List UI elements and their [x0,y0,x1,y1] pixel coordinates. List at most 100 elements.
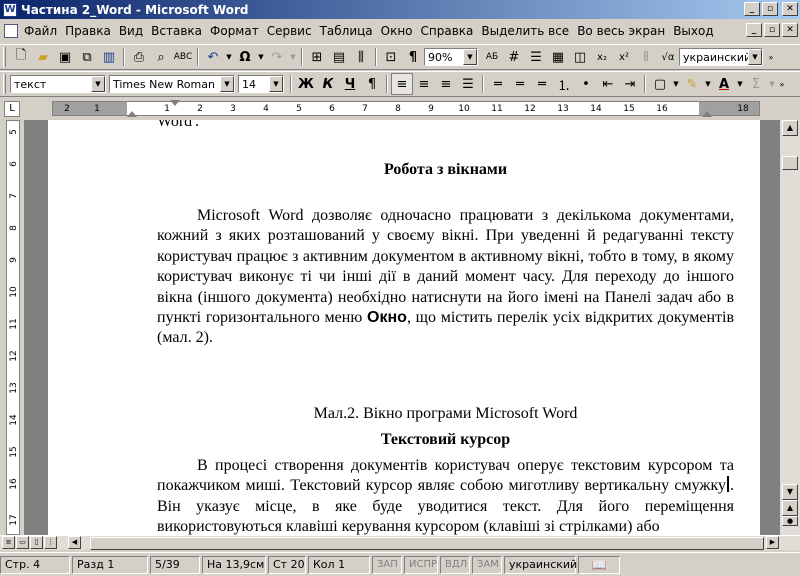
tables-borders-icon[interactable]: ▤ [328,46,350,68]
menu-file[interactable]: Файл [20,24,61,38]
scroll-left-icon[interactable]: ◀ [68,536,81,549]
scroll-down-icon[interactable]: ▼ [782,484,798,500]
menu-insert[interactable]: Вставка [147,24,206,38]
document-page[interactable]: Word'. Робота з вікнами Microsoft Word д… [48,120,760,535]
paragraph-windows[interactable]: Microsoft Word дозволяє одночасно працюв… [157,206,734,349]
chevron-down-icon[interactable]: ▼ [91,76,105,92]
document-menu-icon[interactable] [4,24,18,38]
print-icon[interactable]: ⎙ [128,46,150,68]
new-document-icon[interactable]: 🗋 [10,46,32,68]
toolbar-grip[interactable] [3,74,6,94]
columns-icon[interactable]: ⫼ [350,46,372,68]
symbol-dropdown-icon[interactable]: ▼ [256,46,266,68]
horizontal-scrollbar[interactable]: ≡ ▭ ▯ ⋮ ◀ ▶ [0,535,800,550]
menu-edit[interactable]: Правка [61,24,115,38]
line-spacing-1-icon[interactable]: ═ [487,73,509,95]
minimize-button[interactable]: _ [744,2,760,16]
normal-view-icon[interactable]: ≡ [2,536,15,549]
print-preview-icon[interactable]: ⌕ [150,46,172,68]
form-icon[interactable]: ▦ [547,46,569,68]
menu-full-screen[interactable]: Во весь экран [573,24,669,38]
toolbar-options-icon[interactable]: » [766,46,776,68]
insert-hyperlink-icon[interactable]: ⊞ [306,46,328,68]
vertical-ruler-scale[interactable]: 5 6 7 8 9 10 11 12 13 14 15 16 17 [6,120,20,535]
paragraph-text-cursor[interactable]: В процесі створення документів користува… [157,456,734,535]
box-icon[interactable]: ◫ [569,46,591,68]
status-extend[interactable]: ВДЛ [440,555,470,574]
status-track-changes[interactable]: ИСПР [404,555,438,574]
chevron-down-icon[interactable]: ▼ [220,76,234,92]
justify-icon[interactable]: ☰ [457,73,479,95]
horizontal-ruler[interactable]: L 2 1 1 2 3 4 5 6 7 8 9 10 11 12 13 14 1… [0,99,800,119]
list-icon[interactable]: ☰ [525,46,547,68]
highlight-dropdown-icon[interactable]: ▼ [703,73,713,95]
distribute-icon[interactable]: ⫴ [635,46,657,68]
font-size-increase-icon[interactable]: AБ [481,46,503,68]
ruler-scale[interactable]: 2 1 1 2 3 4 5 6 7 8 9 10 11 12 13 14 15 … [52,101,760,116]
toolbar-options-icon[interactable]: » [777,73,787,95]
vertical-ruler[interactable]: 5 6 7 8 9 10 11 12 13 14 15 16 17 [0,120,24,535]
font-color-dropdown-icon[interactable]: ▼ [735,73,745,95]
language-select[interactable]: украинский ▼ [679,48,763,66]
save-all-icon[interactable]: ⧉ [76,46,98,68]
horizontal-scroll-thumb[interactable] [90,537,764,550]
undo-icon[interactable]: ↶ [202,46,224,68]
book-icon[interactable]: ▥ [98,46,120,68]
show-hide-icon[interactable]: ¶ [402,46,424,68]
italic-button[interactable]: К [317,73,339,95]
vertical-scrollbar[interactable]: ▲ ▼ ▲ ● [780,120,800,535]
line-spacing-2-icon[interactable]: ═ [531,73,553,95]
redo-dropdown-icon[interactable]: ▼ [288,46,298,68]
chevron-down-icon[interactable]: ▼ [269,76,283,92]
web-layout-icon[interactable]: ▭ [16,536,29,549]
increase-indent-icon[interactable]: ⇥ [619,73,641,95]
scroll-thumb[interactable] [782,156,798,170]
paragraph-icon[interactable]: ¶ [361,73,383,95]
print-layout-icon[interactable]: ▯ [30,536,43,549]
underline-button[interactable]: Ч [339,73,361,95]
bold-button[interactable]: Ж [295,73,317,95]
symbol-omega-icon[interactable]: Ω [234,46,256,68]
doc-close-button[interactable]: ✕ [782,23,798,37]
style-select[interactable]: текст ▼ [10,75,106,93]
menu-table[interactable]: Таблица [316,24,377,38]
spelling-icon[interactable]: ABC [172,46,194,68]
equation-icon[interactable]: √α [657,46,679,68]
spelling-status-icon[interactable]: 📖 [578,555,620,574]
document-area[interactable]: Word'. Робота з вікнами Microsoft Word д… [24,120,780,535]
highlight-icon[interactable]: ✎ [681,73,703,95]
save-icon[interactable]: ▣ [54,46,76,68]
menu-view[interactable]: Вид [115,24,147,38]
menu-help[interactable]: Справка [417,24,478,38]
superscript-icon[interactable]: x² [613,46,635,68]
doc-restore-button[interactable]: ▫ [764,23,780,37]
font-color-icon[interactable]: A [713,73,735,95]
borders-icon[interactable]: ▢ [649,73,671,95]
redo-icon[interactable]: ↷ [266,46,288,68]
word-app-icon[interactable]: W [3,2,17,17]
menu-tools[interactable]: Сервис [263,24,316,38]
menu-exit[interactable]: Выход [669,24,717,38]
menu-window[interactable]: Окно [377,24,417,38]
zoom-select[interactable]: 90% ▼ [424,48,478,66]
menu-select-all[interactable]: Выделить все [477,24,573,38]
autosum-icon[interactable]: Σ [745,73,767,95]
numbering-icon[interactable]: ⒈ [553,73,575,95]
undo-dropdown-icon[interactable]: ▼ [224,46,234,68]
chevron-down-icon[interactable]: ▼ [748,49,762,65]
borders-dropdown-icon[interactable]: ▼ [671,73,681,95]
restore-button[interactable]: ▫ [762,2,778,16]
decrease-indent-icon[interactable]: ⇤ [597,73,619,95]
align-center-icon[interactable]: ≡ [413,73,435,95]
hash-icon[interactable]: # [503,46,525,68]
subscript-icon[interactable]: x₂ [591,46,613,68]
document-map-icon[interactable]: ⊡ [380,46,402,68]
autosum-dropdown-icon[interactable]: ▼ [767,73,777,95]
status-record[interactable]: ЗАП [372,555,402,574]
previous-page-icon[interactable]: ▲ [782,500,798,516]
chevron-down-icon[interactable]: ▼ [463,49,477,65]
status-overtype[interactable]: ЗАМ [472,555,502,574]
doc-minimize-button[interactable]: _ [746,23,762,37]
align-right-icon[interactable]: ≡ [435,73,457,95]
font-size-select[interactable]: 14 ▼ [238,75,284,93]
